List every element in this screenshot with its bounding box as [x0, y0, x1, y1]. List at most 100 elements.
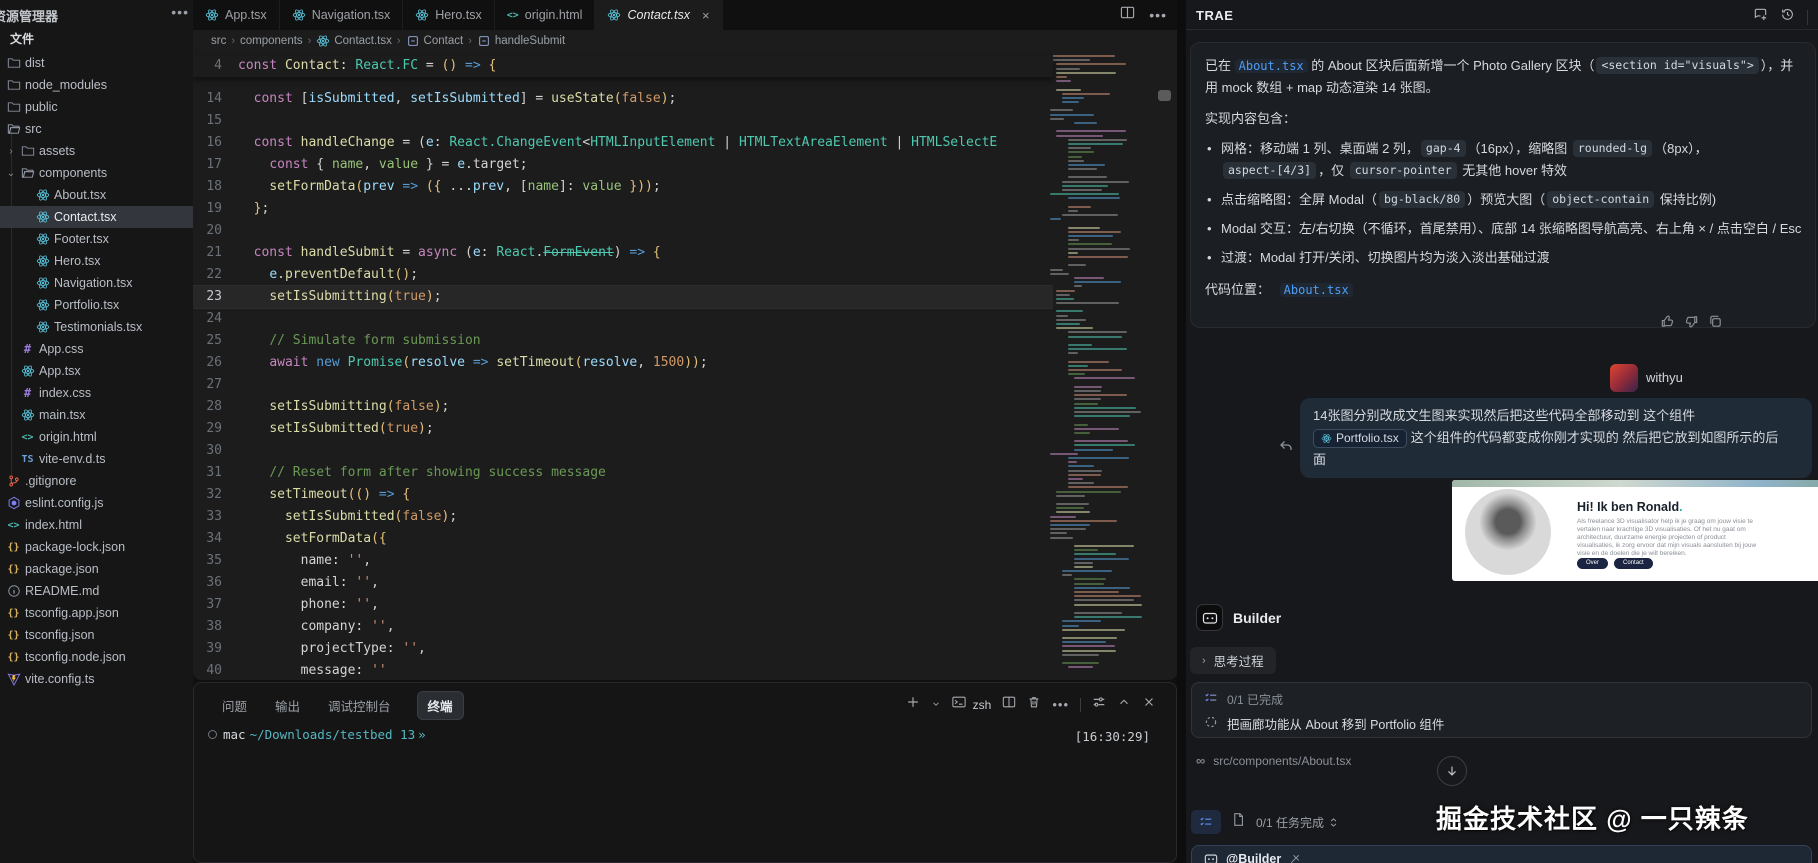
task-list-button[interactable]	[1191, 810, 1221, 834]
prompt-status-icon	[208, 730, 217, 739]
panel-tab-输出[interactable]: 输出	[273, 692, 302, 719]
new-terminal-icon[interactable]	[906, 695, 920, 714]
file-tree-item-App.css[interactable]: #App.css	[0, 338, 193, 360]
file-tree-item-tsconfig.json[interactable]: {}tsconfig.json	[0, 624, 193, 646]
file-tree-item-assets[interactable]: ›assets	[0, 140, 193, 162]
terminal-shell-icon[interactable]	[952, 695, 966, 714]
new-chat-icon[interactable]	[1753, 7, 1768, 27]
thumbs-down-icon[interactable]	[1684, 314, 1699, 334]
file-link-about-tsx[interactable]: About.tsx	[1280, 283, 1353, 297]
file-tree-item-origin.html[interactable]: <>origin.html	[0, 426, 193, 448]
tab-origin.html[interactable]: <>origin.html	[495, 0, 596, 30]
line-number: 40	[193, 660, 238, 680]
terminal-settings-icon[interactable]	[1092, 695, 1106, 714]
scroll-to-bottom-button[interactable]	[1437, 756, 1467, 786]
file-tree-item-eslint.config.js[interactable]: eslint.config.js	[0, 492, 193, 514]
file-tree-item-src[interactable]: src	[0, 118, 193, 140]
code-line-24: 24	[193, 308, 1053, 330]
more-actions-icon[interactable]: •••	[1052, 697, 1069, 712]
file-link-About.tsx[interactable]: About.tsx	[1235, 59, 1308, 73]
tab-App.tsx[interactable]: App.tsx	[193, 0, 280, 30]
line-number: 22	[193, 264, 238, 286]
minimap[interactable]	[1050, 55, 1163, 675]
breadcrumb-item-handleSubmit[interactable]: handleSubmit	[477, 34, 565, 48]
file-tree-item-node_modules[interactable]: node_modules	[0, 74, 193, 96]
split-editor-icon[interactable]	[1120, 5, 1135, 25]
prompt-user: mac	[223, 727, 246, 742]
line-number: 16	[193, 132, 238, 154]
ai-chat-panel: TRAE 已在 About.tsx 的 About 区块后面新增一个 Photo…	[1186, 0, 1818, 863]
breadcrumb-item-components[interactable]: components	[240, 35, 303, 47]
close-panel-icon[interactable]	[1142, 695, 1156, 714]
tab-Contact.tsx[interactable]: Contact.tsx×	[595, 0, 722, 30]
file-label: index.html	[25, 518, 82, 532]
file-tree-item-public[interactable]: public	[0, 96, 193, 118]
file-tree-item-tsconfig.app.json[interactable]: {}tsconfig.app.json	[0, 602, 193, 624]
file-tree-item-vite.config.ts[interactable]: vite.config.ts	[0, 668, 193, 690]
file-tree-item-package-lock.json[interactable]: {}package-lock.json	[0, 536, 193, 558]
attached-image[interactable]: Hi! Ik ben Ronald. Als freelance 3D visu…	[1452, 480, 1818, 581]
file-tree-item-index.css[interactable]: #index.css	[0, 382, 193, 404]
terminal-prompt[interactable]: mac ~/Downloads/testbed 13 »	[208, 727, 426, 742]
file-tree-item-main.tsx[interactable]: main.tsx	[0, 404, 193, 426]
code-editor[interactable]: 4const Contact: React.FC = () => { 14 co…	[193, 52, 1177, 680]
file-tree-item-Portfolio.tsx[interactable]: Portfolio.tsx	[0, 294, 193, 316]
file-tree-item-index.html[interactable]: <>index.html	[0, 514, 193, 536]
file-label: tsconfig.app.json	[25, 606, 119, 620]
file-chip-Portfolio.tsx[interactable]: Portfolio.tsx	[1313, 429, 1407, 448]
file-tree-item-About.tsx[interactable]: About.tsx	[0, 184, 193, 206]
file-label: Contact.tsx	[54, 210, 117, 224]
panel-tab-调试控制台[interactable]: 调试控制台	[326, 692, 393, 719]
json-icon: {}	[6, 650, 21, 665]
tab-Hero.tsx[interactable]: Hero.tsx	[403, 0, 495, 30]
file-tree-item-Navigation.tsx[interactable]: Navigation.tsx	[0, 272, 193, 294]
line-number: 17	[193, 154, 238, 176]
split-terminal-icon[interactable]	[1002, 695, 1016, 714]
chevron-down-icon[interactable]	[931, 696, 941, 714]
task-progress-card[interactable]: 0/1 已完成 把画廊功能从 About 移到 Portfolio 组件	[1191, 682, 1812, 738]
panel-maximize-icon[interactable]	[1117, 695, 1131, 714]
file-tree-item-tsconfig.node.json[interactable]: {}tsconfig.node.json	[0, 646, 193, 668]
file-label: .gitignore	[25, 474, 76, 488]
panel-tab-问题[interactable]: 问题	[220, 692, 249, 719]
thinking-process-toggle[interactable]: › 思考过程	[1190, 647, 1276, 674]
line-number: 21	[193, 242, 238, 264]
chevron-right-icon[interactable]: ›	[6, 146, 16, 157]
thumbs-up-icon[interactable]	[1660, 314, 1675, 334]
chevron-down-icon[interactable]: ⌄	[6, 168, 16, 179]
file-reference[interactable]: ∞ src/components/About.tsx	[1196, 753, 1351, 768]
breadcrumb-item-Contact[interactable]: Contact	[406, 34, 464, 48]
file-tree-item-Testimonials.tsx[interactable]: Testimonials.tsx	[0, 316, 193, 338]
file-tree-item-.gitignore[interactable]: .gitignore	[0, 470, 193, 492]
breadcrumb-item-src[interactable]: src	[211, 35, 226, 47]
react-icon	[35, 188, 50, 203]
panel-tab-终端[interactable]: 终端	[417, 691, 464, 720]
kill-terminal-icon[interactable]	[1027, 695, 1041, 714]
react-icon	[205, 8, 219, 22]
more-actions-icon[interactable]: •••	[171, 4, 189, 20]
file-tree-item-README.md[interactable]: README.md	[0, 580, 193, 602]
breadcrumb-item-Contact.tsx[interactable]: Contact.tsx	[316, 34, 392, 48]
scrollbar-thumb[interactable]	[1158, 90, 1171, 101]
chat-input-box[interactable]: @Builder	[1191, 845, 1812, 863]
react-icon	[35, 320, 50, 335]
copy-icon[interactable]	[1708, 314, 1723, 334]
restore-checkpoint-icon[interactable]	[1278, 438, 1294, 459]
file-tree-item-Footer.tsx[interactable]: Footer.tsx	[0, 228, 193, 250]
file-tree-item-components[interactable]: ⌄components	[0, 162, 193, 184]
task-progress-indicator[interactable]: 0/1 任务完成	[1256, 814, 1339, 831]
file-tree-item-Contact.tsx[interactable]: Contact.tsx	[0, 206, 193, 228]
file-tree-item-Hero.tsx[interactable]: Hero.tsx	[0, 250, 193, 272]
file-tree-item-vite-env.d.ts[interactable]: TSvite-env.d.ts	[0, 448, 193, 470]
tab-Navigation.tsx[interactable]: Navigation.tsx	[280, 0, 404, 30]
document-icon[interactable]	[1231, 812, 1246, 832]
file-tree-item-App.tsx[interactable]: App.tsx	[0, 360, 193, 382]
line-number: 28	[193, 396, 238, 418]
close-tab-icon[interactable]: ×	[702, 8, 710, 23]
history-icon[interactable]	[1780, 7, 1795, 27]
code-line-40: 40 message: ''	[193, 660, 1053, 680]
file-tree-item-package.json[interactable]: {}package.json	[0, 558, 193, 580]
code-line-17: 17 const { name, value } = e.target;	[193, 154, 1053, 176]
more-actions-icon[interactable]: •••	[1149, 7, 1167, 23]
file-tree-item-dist[interactable]: dist	[0, 52, 193, 74]
